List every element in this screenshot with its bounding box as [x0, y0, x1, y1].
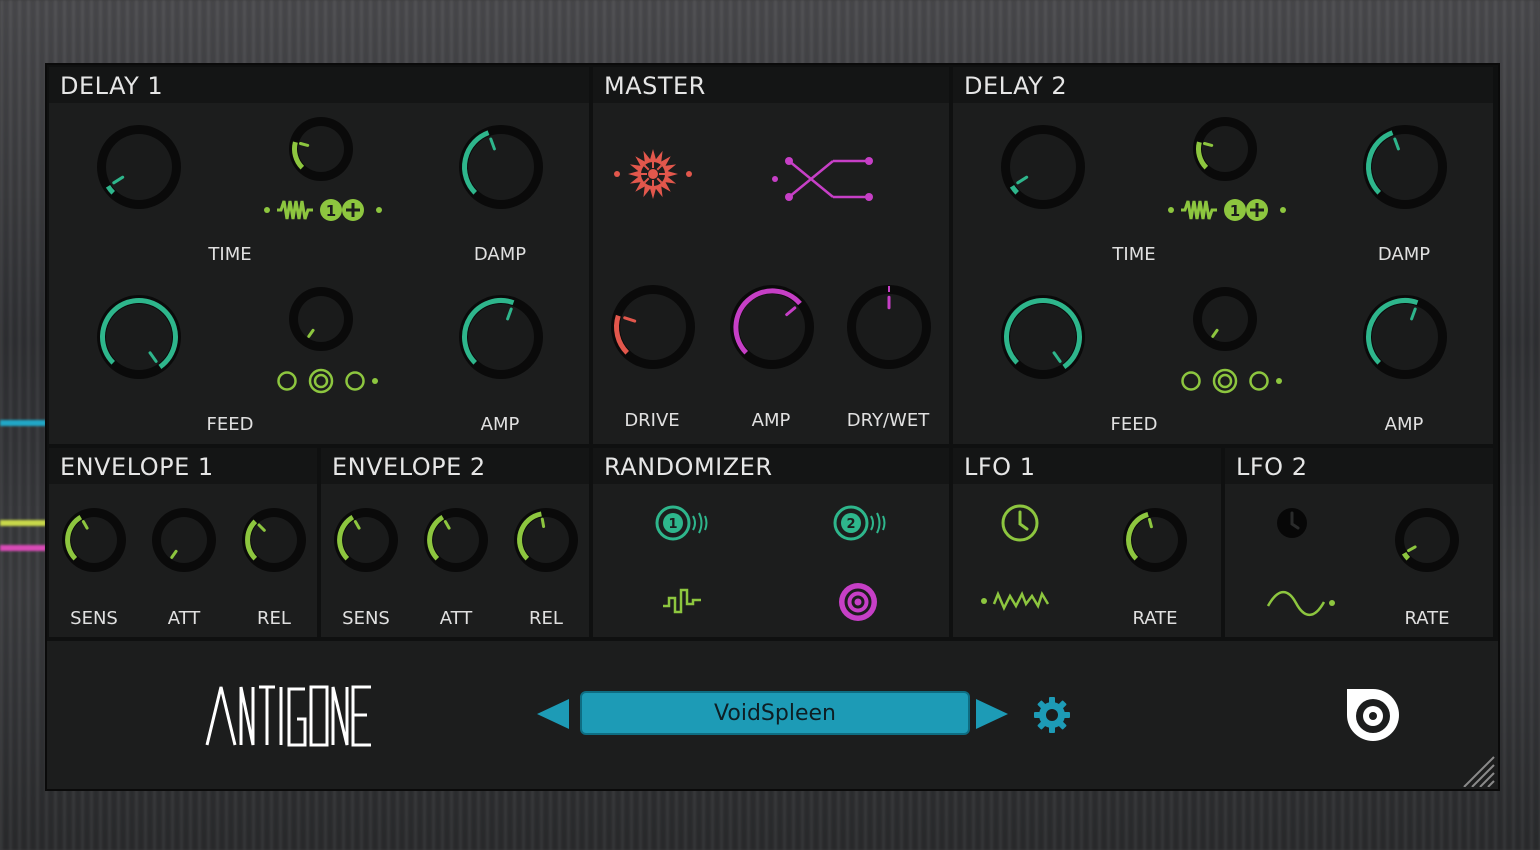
brand-logo-icon[interactable] [1343, 685, 1403, 749]
delay2-sync-wave-icon[interactable]: 1 [1167, 195, 1287, 229]
master-drywet-label: DRY/WET [846, 410, 930, 431]
envelope1-rel-knob[interactable] [242, 508, 306, 572]
lfo1-panel: LFO 1 RATE [953, 448, 1221, 637]
delay1-title: DELAY 1 [60, 72, 164, 100]
delay2-time-label: TIME [1112, 244, 1156, 265]
envelope2-title: ENVELOPE 2 [332, 453, 486, 481]
delay2-damp-knob[interactable] [1363, 125, 1447, 209]
resize-grip-icon[interactable] [1460, 753, 1496, 791]
delay1-time-knob[interactable] [97, 125, 181, 209]
random-source1-icon[interactable]: 1 [655, 503, 715, 547]
master-drive-label: DRIVE [624, 410, 680, 431]
master-drywet-knob[interactable] [847, 285, 931, 369]
svg-text:1: 1 [668, 517, 677, 532]
lfo2-sine-icon[interactable] [1266, 588, 1338, 622]
gear-icon[interactable] [1033, 696, 1071, 738]
stereo-cross-icon[interactable] [771, 155, 881, 209]
delay1-time-fine-knob[interactable] [289, 117, 353, 181]
envelope1-sens-knob[interactable] [62, 508, 126, 572]
master-panel: MASTER DRIVE AMP DRY/WET [593, 67, 949, 444]
triangle-right-icon[interactable] [974, 697, 1010, 735]
lfo2-panel: LFO 2 RATE [1225, 448, 1493, 637]
lfo2-rate-knob[interactable] [1395, 508, 1459, 572]
envelope2-panel: ENVELOPE 2 SENS ATT REL [321, 448, 589, 637]
master-amp-label: AMP [751, 410, 791, 431]
delay2-feed-knob[interactable] [1001, 295, 1085, 379]
delay2-panel: DELAY 2 1 TIME DAMP FEED AMP [953, 67, 1493, 444]
delay1-feed-label: FEED [206, 414, 254, 435]
delay2-damp-label: DAMP [1377, 244, 1431, 265]
lfo1-title: LFO 1 [964, 453, 1036, 481]
master-amp-knob[interactable] [730, 285, 814, 369]
footer-bar: VoidSpleen [47, 641, 1498, 789]
plugin-window: DELAY 1 1 TIME DAMP FEED AMP MASTER DRIV… [45, 63, 1500, 791]
preset-name-display[interactable]: VoidSpleen [580, 691, 970, 735]
envelope2-sens-knob[interactable] [334, 508, 398, 572]
antigone-logo [205, 685, 375, 751]
lfo1-clock-icon[interactable] [1000, 503, 1040, 547]
delay2-mode-knob[interactable] [1193, 287, 1257, 351]
delay2-amp-knob[interactable] [1363, 295, 1447, 379]
delay1-mode-knob[interactable] [289, 287, 353, 351]
envelope1-title: ENVELOPE 1 [60, 453, 214, 481]
delay2-amp-label: AMP [1384, 414, 1424, 435]
lfo1-rate-knob[interactable] [1123, 508, 1187, 572]
lfo2-title: LFO 2 [1236, 453, 1308, 481]
random-step-icon[interactable] [661, 586, 705, 620]
delay1-amp-label: AMP [480, 414, 520, 435]
random-source2-icon[interactable]: 2 [833, 503, 893, 547]
delay1-sync-wave-icon[interactable]: 1 [263, 195, 383, 229]
drive-burst-icon[interactable] [613, 149, 693, 203]
delay1-feed-knob[interactable] [97, 295, 181, 379]
randomizer-title: RANDOMIZER [604, 453, 773, 481]
delay1-time-label: TIME [208, 244, 252, 265]
svg-text:2: 2 [846, 517, 855, 532]
randomizer-panel: RANDOMIZER 1 2 [593, 448, 949, 637]
delay2-mode-selector-icon[interactable] [1179, 367, 1283, 399]
triangle-left-icon[interactable] [535, 697, 571, 735]
svg-text:1: 1 [1230, 202, 1240, 220]
envelope1-panel: ENVELOPE 1 SENS ATT REL [49, 448, 317, 637]
envelope1-att-knob[interactable] [152, 508, 216, 572]
lfo1-wave-icon[interactable] [980, 588, 1052, 618]
master-title: MASTER [604, 72, 706, 100]
delay2-feed-label: FEED [1110, 414, 1158, 435]
delay1-damp-knob[interactable] [459, 125, 543, 209]
lfo1-rate-label: RATE [1132, 608, 1178, 629]
lfo2-rate-label: RATE [1404, 608, 1450, 629]
lfo2-clock-icon[interactable] [1276, 507, 1308, 543]
delay1-amp-knob[interactable] [459, 295, 543, 379]
envelope2-att-knob[interactable] [424, 508, 488, 572]
delay1-damp-label: DAMP [473, 244, 527, 265]
delay2-title: DELAY 2 [964, 72, 1068, 100]
master-drive-knob[interactable] [611, 285, 695, 369]
svg-text:1: 1 [326, 202, 336, 220]
random-target-icon[interactable] [838, 582, 878, 626]
delay1-panel: DELAY 1 1 TIME DAMP FEED AMP [49, 67, 589, 444]
envelope2-rel-label: REL [529, 608, 563, 629]
delay2-time-knob[interactable] [1001, 125, 1085, 209]
delay1-mode-selector-icon[interactable] [275, 367, 379, 399]
delay2-time-fine-knob[interactable] [1193, 117, 1257, 181]
envelope2-rel-knob[interactable] [514, 508, 578, 572]
